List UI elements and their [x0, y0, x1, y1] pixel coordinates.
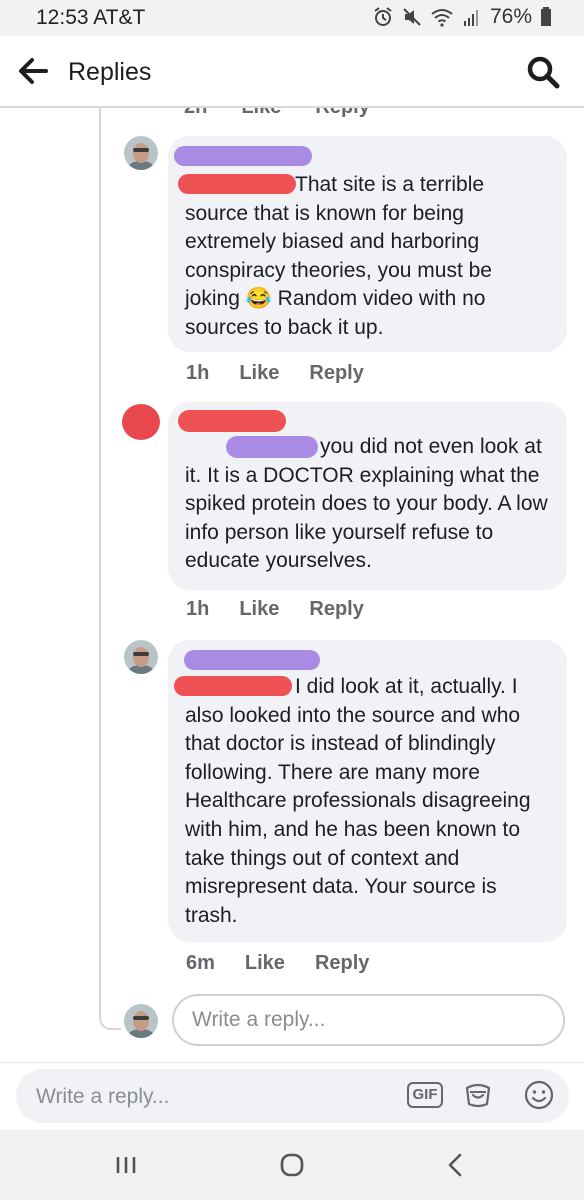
previous-comment-actions: 2h Like Reply — [184, 108, 370, 119]
comment-bubble[interactable]: you did not even look at it. It is a DOC… — [168, 402, 567, 590]
battery-icon — [541, 7, 551, 26]
like-button[interactable]: Like — [239, 362, 279, 385]
comment-time: 1h — [186, 362, 210, 384]
reply-composer: GIF — [0, 1062, 584, 1131]
redacted-mention-scribble — [226, 436, 318, 458]
like-button[interactable]: Like — [239, 598, 279, 621]
reply-input[interactable] — [34, 1073, 388, 1121]
composer-field[interactable]: GIF — [16, 1069, 569, 1123]
search-icon[interactable] — [524, 53, 562, 91]
gif-button[interactable]: GIF — [407, 1082, 443, 1108]
comment-bubble[interactable]: I did look at it, actually. I also looke… — [168, 640, 567, 942]
comment-time: 2h — [184, 108, 207, 119]
reply-button[interactable]: Reply — [315, 952, 369, 975]
comment-actions: 6m Like Reply — [186, 952, 369, 975]
redacted-mention-scribble — [178, 174, 296, 194]
system-nav-bar — [0, 1130, 584, 1200]
like-button[interactable]: Like — [245, 952, 285, 975]
reply-button[interactable]: Reply — [315, 108, 369, 119]
status-time: 12:53 AT&T — [36, 6, 146, 29]
comment-bubble[interactable]: That site is a terrible source that is k… — [168, 136, 567, 352]
status-bar: 12:53 AT&T 76% — [0, 0, 584, 36]
back-nav-icon[interactable] — [436, 1148, 476, 1182]
avatar[interactable] — [124, 640, 158, 674]
redacted-name-scribble — [178, 410, 286, 432]
comment-actions: 1h Like Reply — [186, 598, 364, 621]
avatar — [124, 1004, 158, 1038]
sticker-icon[interactable] — [462, 1079, 494, 1111]
reply-button[interactable]: Reply — [309, 598, 363, 621]
like-button[interactable]: Like — [241, 108, 281, 119]
emoji-icon[interactable] — [523, 1079, 555, 1111]
redacted-mention-scribble — [174, 676, 292, 696]
redacted-name-scribble — [184, 650, 320, 670]
avatar[interactable] — [124, 136, 158, 170]
thread-line-curve — [99, 1014, 121, 1030]
signal-icon — [463, 10, 478, 26]
alarm-icon — [374, 7, 392, 26]
app-header: Replies — [0, 36, 584, 108]
replies-thread[interactable]: 2h Like Reply That site is a terrible so… — [0, 108, 584, 1062]
thread-reply-input[interactable] — [190, 996, 534, 1044]
recent-apps-icon[interactable] — [106, 1148, 146, 1182]
mute-icon — [403, 8, 421, 26]
battery-percent: 76% — [489, 5, 532, 28]
comment-time: 6m — [186, 952, 215, 974]
status-icons: 76% — [372, 5, 552, 29]
thread-reply-box[interactable] — [172, 994, 565, 1046]
reply-button[interactable]: Reply — [309, 362, 363, 385]
redacted-name-scribble — [174, 146, 312, 166]
home-icon[interactable] — [272, 1148, 312, 1182]
comment-time: 1h — [186, 598, 210, 620]
wifi-icon — [431, 9, 453, 27]
arrow-left-icon[interactable] — [16, 54, 56, 88]
avatar[interactable] — [122, 404, 160, 440]
comment-actions: 1h Like Reply — [186, 362, 364, 385]
thread-line — [99, 108, 101, 1014]
page-title: Replies — [68, 58, 152, 86]
comment-text: That site is a terrible source that is k… — [185, 173, 492, 339]
